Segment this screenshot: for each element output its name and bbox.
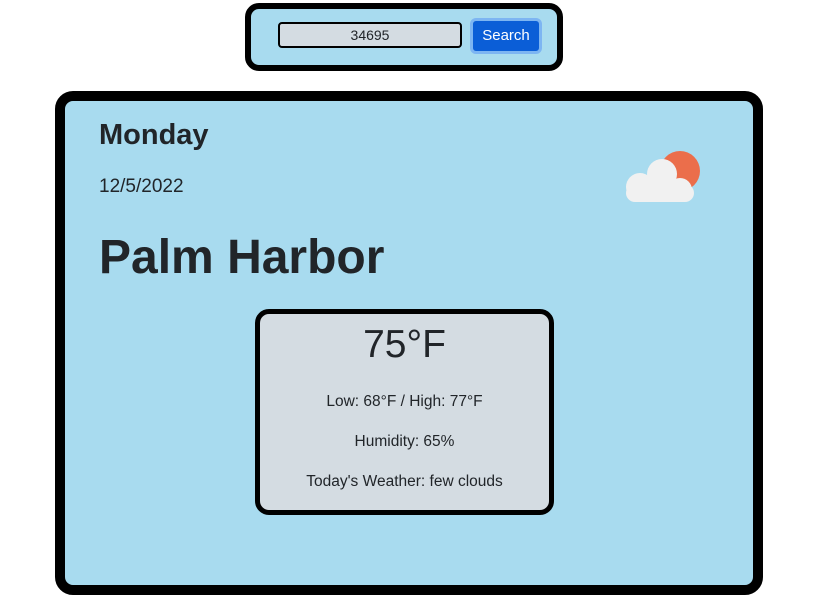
weather-description: Today's Weather: few clouds: [306, 473, 503, 490]
city-name: Palm Harbor: [99, 231, 385, 284]
few-clouds-icon: [626, 151, 700, 202]
day-of-week: Monday: [99, 119, 209, 151]
conditions-box: 75°F Low: 68°F / High: 77°F Humidity: 65…: [255, 309, 554, 515]
weather-card: Monday 12/5/2022 Palm Harbor 75°F Low: 6…: [55, 91, 763, 595]
low-high-temperature: Low: 68°F / High: 77°F: [326, 393, 483, 410]
search-button[interactable]: Search: [470, 18, 542, 54]
current-temperature: 75°F: [363, 323, 446, 366]
date: 12/5/2022: [99, 176, 184, 197]
humidity: Humidity: 65%: [354, 433, 455, 450]
zip-search-input[interactable]: [278, 22, 462, 48]
search-bar: Search: [245, 3, 563, 71]
